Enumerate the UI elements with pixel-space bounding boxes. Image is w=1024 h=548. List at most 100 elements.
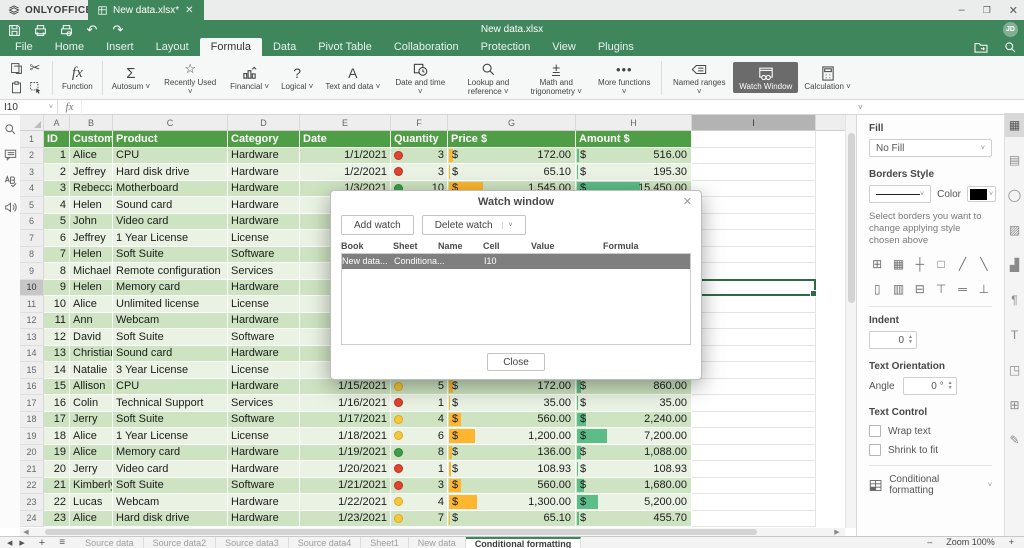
grid-cell[interactable]	[692, 510, 816, 527]
grid-cell[interactable]: Alice	[70, 510, 113, 527]
border-preset-button[interactable]: □	[933, 255, 949, 272]
name-box-chevron-icon[interactable]: ˅	[49, 104, 53, 111]
grid-cell[interactable]: Alice	[70, 147, 113, 164]
dialog-close-button[interactable]: Close	[487, 353, 545, 371]
sheet-tab-source-data[interactable]: Source data	[76, 537, 144, 548]
amount-cell[interactable]: $516.00	[576, 147, 692, 164]
indent-spinner[interactable]: 0 ▲ ▼	[869, 331, 917, 349]
quantity-cell[interactable]: 7	[391, 510, 448, 527]
grid-cell[interactable]	[692, 461, 816, 478]
ribbon-button-date-and-time[interactable]: Date and time ˅	[386, 58, 454, 97]
grid-cell[interactable]: Natalie	[70, 362, 113, 379]
price-cell[interactable]: $108.93	[448, 461, 576, 478]
grid-cell[interactable]: 3 Year License	[113, 362, 228, 379]
grid-cell[interactable]: Soft Suite	[113, 246, 228, 263]
price-cell[interactable]: $136.00	[448, 444, 576, 461]
scroll-right-icon[interactable]: ▶	[831, 528, 843, 536]
delete-watch-button[interactable]: Delete watch ˅	[421, 215, 526, 235]
row-header[interactable]: 16	[20, 378, 44, 395]
formula-bar-expand-icon[interactable]: ˅	[858, 100, 863, 115]
grid-cell[interactable]: Alice	[70, 428, 113, 445]
border-preset-button[interactable]: ╱	[954, 255, 970, 272]
amount-cell[interactable]: $35.00	[576, 395, 692, 412]
grid-cell[interactable]: Hardware	[228, 197, 300, 214]
quantity-cell[interactable]: 1	[391, 395, 448, 412]
grid-cell[interactable]: Hardware	[228, 164, 300, 181]
row-header[interactable]: 2	[20, 147, 44, 164]
grid-cell[interactable]: Technical Support	[113, 395, 228, 412]
amount-cell[interactable]: $2,240.00	[576, 411, 692, 428]
grid-cell[interactable]: Colin	[70, 395, 113, 412]
grid-cell[interactable]: 1/23/2021	[300, 510, 391, 527]
amount-cell[interactable]: $195.30	[576, 164, 692, 181]
quantity-cell[interactable]: 5	[391, 378, 448, 395]
grid-cell[interactable]: Video card	[113, 213, 228, 230]
grid-cell[interactable]: Hardware	[228, 494, 300, 511]
row-header[interactable]: 8	[20, 246, 44, 263]
amount-cell[interactable]: $5,200.00	[576, 494, 692, 511]
grid-cell[interactable]: Ann	[70, 312, 113, 329]
column-header-D[interactable]: D	[228, 115, 300, 131]
ribbon-tab-collaboration[interactable]: Collaboration	[383, 38, 470, 56]
grid-cell[interactable]	[692, 329, 816, 346]
copy-button[interactable]	[8, 60, 24, 76]
grid-cell[interactable]	[692, 312, 816, 329]
grid-cell[interactable]: Webcam	[113, 494, 228, 511]
vertical-scrollbar[interactable]	[845, 115, 856, 528]
border-preset-button[interactable]: ═	[954, 280, 970, 297]
open-file-location-icon[interactable]	[974, 41, 988, 53]
price-cell[interactable]: $172.00	[448, 147, 576, 164]
grid-cell[interactable]: Software	[228, 477, 300, 494]
header-cell[interactable]: Amount $	[576, 131, 692, 148]
grid-cell[interactable]: 5	[44, 213, 70, 230]
grid-cell[interactable]: 12	[44, 329, 70, 346]
paragraph-settings-icon[interactable]: ¶	[1005, 288, 1024, 312]
grid-cell[interactable]: Hardware	[228, 279, 300, 296]
border-preset-button[interactable]: ⊥	[976, 280, 992, 297]
ribbon-button-autosum[interactable]: Σ Autosum ˅	[106, 62, 156, 93]
header-cell[interactable]: ID	[44, 131, 70, 148]
window-close-button[interactable]: ✕	[1009, 4, 1018, 17]
grid-cell[interactable]: 1	[44, 147, 70, 164]
grid-cell[interactable]: 1/21/2021	[300, 477, 391, 494]
grid-cell[interactable]: Software	[228, 411, 300, 428]
feedback-icon[interactable]	[4, 201, 17, 213]
row-header[interactable]: 24	[20, 510, 44, 527]
grid-cell[interactable]: 10	[44, 296, 70, 313]
grid-cell[interactable]: Hardware	[228, 444, 300, 461]
grid-cell[interactable]	[692, 213, 816, 230]
table-settings-icon[interactable]: ▤	[1005, 148, 1024, 172]
grid-cell[interactable]	[692, 197, 816, 214]
grid-cell[interactable]: Hard disk drive	[113, 164, 228, 181]
window-maximize-button[interactable]: ❐	[983, 5, 991, 16]
add-sheet-button[interactable]: +	[32, 537, 52, 548]
grid-cell[interactable]: 1/22/2021	[300, 494, 391, 511]
grid-cell[interactable]: Hardware	[228, 461, 300, 478]
border-preset-button[interactable]: ⊞	[869, 255, 885, 272]
price-cell[interactable]: $1,300.00	[448, 494, 576, 511]
shape-settings-icon[interactable]: ◯	[1005, 183, 1024, 207]
border-line-style-select[interactable]: ˅	[869, 185, 932, 203]
paste-button[interactable]	[8, 79, 24, 95]
amount-cell[interactable]: $7,200.00	[576, 428, 692, 445]
price-cell[interactable]: $35.00	[448, 395, 576, 412]
cut-button[interactable]: ✂	[27, 60, 43, 76]
row-header[interactable]: 3	[20, 164, 44, 181]
ribbon-tab-pivot-table[interactable]: Pivot Table	[307, 38, 383, 56]
grid-cell[interactable]	[692, 246, 816, 263]
row-header[interactable]: 5	[20, 197, 44, 214]
insert-function-icon[interactable]: fx	[58, 99, 82, 115]
grid-cell[interactable]: 9	[44, 279, 70, 296]
ribbon-tab-formula[interactable]: Formula	[199, 38, 262, 56]
user-avatar[interactable]: JD	[1003, 22, 1018, 37]
ribbon-button-function[interactable]: fx Function	[56, 62, 99, 93]
scroll-left-icon[interactable]: ◀	[20, 528, 32, 536]
row-header[interactable]: 14	[20, 345, 44, 362]
text-art-settings-icon[interactable]: T	[1005, 323, 1024, 347]
grid-cell[interactable]: Jerry	[70, 461, 113, 478]
grid-cell[interactable]: Unlimited license	[113, 296, 228, 313]
header-cell[interactable]: Price $	[448, 131, 576, 148]
grid-cell[interactable]: 21	[44, 477, 70, 494]
grid-cell[interactable]: Lucas	[70, 494, 113, 511]
tab-close-icon[interactable]: ✕	[185, 5, 193, 16]
